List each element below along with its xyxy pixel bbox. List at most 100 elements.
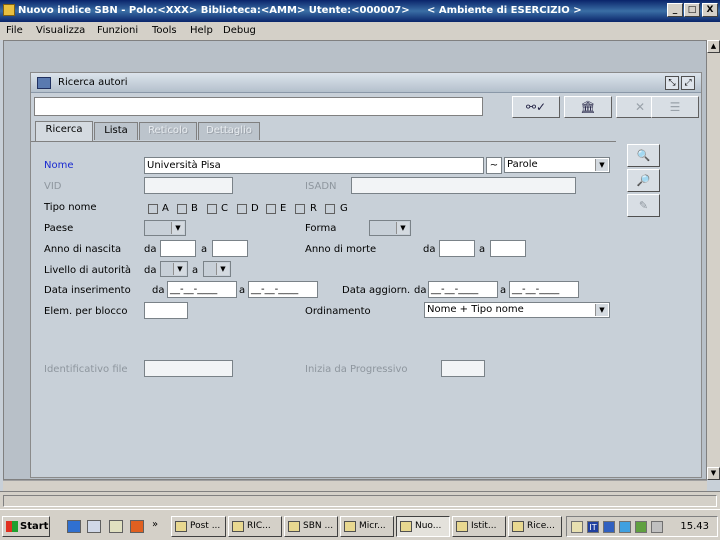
taskbar-task[interactable]: RIC... — [228, 516, 282, 537]
frame-titlebar: Ricerca autori ⤡ ⤢ — [31, 73, 701, 93]
search-button[interactable]: 🔍 — [627, 144, 660, 167]
tipo-r-label: R — [310, 203, 317, 214]
task-label: Micr... — [359, 521, 386, 531]
tipo-b-checkbox[interactable] — [177, 204, 187, 214]
isadn-input[interactable] — [351, 177, 576, 194]
maximize-button[interactable]: □ — [684, 3, 700, 17]
chevron-down-icon: ▼ — [173, 263, 186, 275]
tipo-c-label: C — [221, 203, 228, 214]
tipo-g-label: G — [340, 203, 348, 214]
language-indicator[interactable]: IT — [587, 521, 599, 533]
livello-from-dropdown[interactable]: ▼ — [160, 261, 188, 277]
taskbar-task-active[interactable]: Nuo... — [396, 516, 450, 537]
firefox-icon[interactable] — [130, 520, 144, 533]
chevron-down-icon: ▼ — [595, 159, 608, 171]
inizia-input[interactable] — [441, 360, 485, 377]
task-icon — [288, 521, 300, 532]
data-ins-to-input[interactable]: __-__-____ — [248, 281, 318, 298]
outlook-icon[interactable] — [87, 520, 101, 533]
menu-funzioni[interactable]: Funzioni — [97, 25, 138, 36]
paese-dropdown[interactable]: ▼ — [144, 220, 186, 236]
volume-icon[interactable] — [571, 521, 583, 533]
tray-app-icon[interactable] — [651, 521, 663, 533]
nome-match-dropdown[interactable]: Parole ▼ — [504, 157, 610, 173]
list-button[interactable]: ☰ — [651, 96, 699, 118]
menu-help[interactable]: Help — [190, 25, 213, 36]
elem-input[interactable] — [144, 302, 188, 319]
nome-label: Nome — [44, 160, 74, 171]
task-label: Istit... — [471, 521, 497, 531]
frame-maximize-icon[interactable]: ⤢ — [681, 76, 695, 90]
tab-ricerca[interactable]: Ricerca — [35, 121, 93, 141]
horizontal-scrollbar[interactable] — [3, 480, 707, 491]
tipo-c-checkbox[interactable] — [207, 204, 217, 214]
search-refine-icon: 🔎 — [636, 174, 651, 187]
data-agg-from-input[interactable]: __-__-____ — [428, 281, 498, 298]
anno-nascita-to-input[interactable] — [212, 240, 248, 257]
chevron-down-icon: ▼ — [396, 222, 409, 234]
ricerca-autori-frame: Ricerca autori ⤡ ⤢ ⚯✓ 🏛 ✕ ☰ Ricerca List… — [30, 72, 702, 478]
close-button[interactable]: X — [702, 3, 718, 17]
tipo-b-label: B — [191, 203, 198, 214]
desktop-icon[interactable] — [109, 520, 123, 533]
frame-minimize-icon[interactable]: ⤡ — [665, 76, 679, 90]
scroll-down-icon[interactable]: ▼ — [707, 467, 720, 480]
tipo-d-label: D — [251, 203, 259, 214]
anno-morte-da-label: da — [423, 244, 436, 255]
anno-morte-label: Anno di morte — [305, 244, 377, 255]
start-button[interactable]: Start — [2, 516, 50, 537]
quicklaunch-more-icon[interactable]: » — [152, 519, 158, 530]
data-ins-from-input[interactable]: __-__-____ — [167, 281, 237, 298]
task-label: Post ... — [190, 521, 221, 531]
taskbar-task[interactable]: SBN ... — [284, 516, 338, 537]
tray-app-icon[interactable] — [635, 521, 647, 533]
ordinamento-dropdown[interactable]: Nome + Tipo nome ▼ — [424, 302, 610, 318]
taskbar-task[interactable]: Istit... — [452, 516, 506, 537]
tipo-nome-label: Tipo nome — [44, 202, 97, 213]
binoculars-check-icon: ⚯✓ — [525, 100, 547, 114]
chevron-down-icon: ▼ — [171, 222, 184, 234]
livello-to-dropdown[interactable]: ▼ — [203, 261, 231, 277]
task-label: Rice... — [527, 521, 555, 531]
frame-title: Ricerca autori — [58, 77, 128, 88]
ie-icon[interactable] — [67, 520, 81, 533]
tipo-r-checkbox[interactable] — [295, 204, 305, 214]
taskbar-task[interactable]: Micr... — [340, 516, 394, 537]
anno-morte-from-input[interactable] — [439, 240, 475, 257]
menu-file[interactable]: File — [6, 25, 23, 36]
menu-debug[interactable]: Debug — [223, 25, 256, 36]
search-icon: 🔍 — [636, 149, 651, 162]
anno-morte-to-input[interactable] — [490, 240, 526, 257]
search-refine-button[interactable]: 🔎 — [627, 169, 660, 192]
taskbar-task[interactable]: Post ... — [171, 516, 226, 537]
nome-operator-button[interactable]: ~ — [486, 157, 502, 174]
tipo-a-checkbox[interactable] — [148, 204, 158, 214]
scroll-up-icon[interactable]: ▲ — [707, 40, 720, 53]
menu-visualizza[interactable]: Visualizza — [36, 25, 85, 36]
forma-dropdown[interactable]: ▼ — [369, 220, 411, 236]
identificativo-input[interactable] — [144, 360, 233, 377]
taskbar-task[interactable]: Rice... — [508, 516, 562, 537]
vertical-scrollbar[interactable]: ▲ ▼ — [707, 40, 720, 480]
start-label: Start — [20, 521, 49, 532]
window-titlebar: Nuovo indice SBN - Polo:<XXX> Biblioteca… — [0, 0, 720, 22]
tipo-g-checkbox[interactable] — [325, 204, 335, 214]
data-agg-to-input[interactable]: __-__-____ — [509, 281, 579, 298]
minimize-button[interactable]: _ — [667, 3, 683, 17]
vid-input[interactable] — [144, 177, 233, 194]
library-button[interactable]: 🏛 — [564, 96, 612, 118]
data-ins-label: Data inserimento — [44, 285, 131, 296]
confirm-button[interactable]: ⚯✓ — [512, 96, 560, 118]
close-x-icon: ✕ — [634, 100, 646, 114]
network-icon[interactable] — [603, 521, 615, 533]
data-ins-da-label: da — [152, 285, 165, 296]
tab-lista[interactable]: Lista — [94, 122, 138, 140]
list-icon: ☰ — [669, 100, 681, 114]
nome-input[interactable]: Università Pisa — [144, 157, 484, 174]
menu-tools[interactable]: Tools — [152, 25, 177, 36]
tipo-e-checkbox[interactable] — [266, 204, 276, 214]
tray-app-icon[interactable] — [619, 521, 631, 533]
edit-button[interactable]: ✎ — [627, 194, 660, 217]
tipo-d-checkbox[interactable] — [237, 204, 247, 214]
anno-nascita-from-input[interactable] — [160, 240, 196, 257]
